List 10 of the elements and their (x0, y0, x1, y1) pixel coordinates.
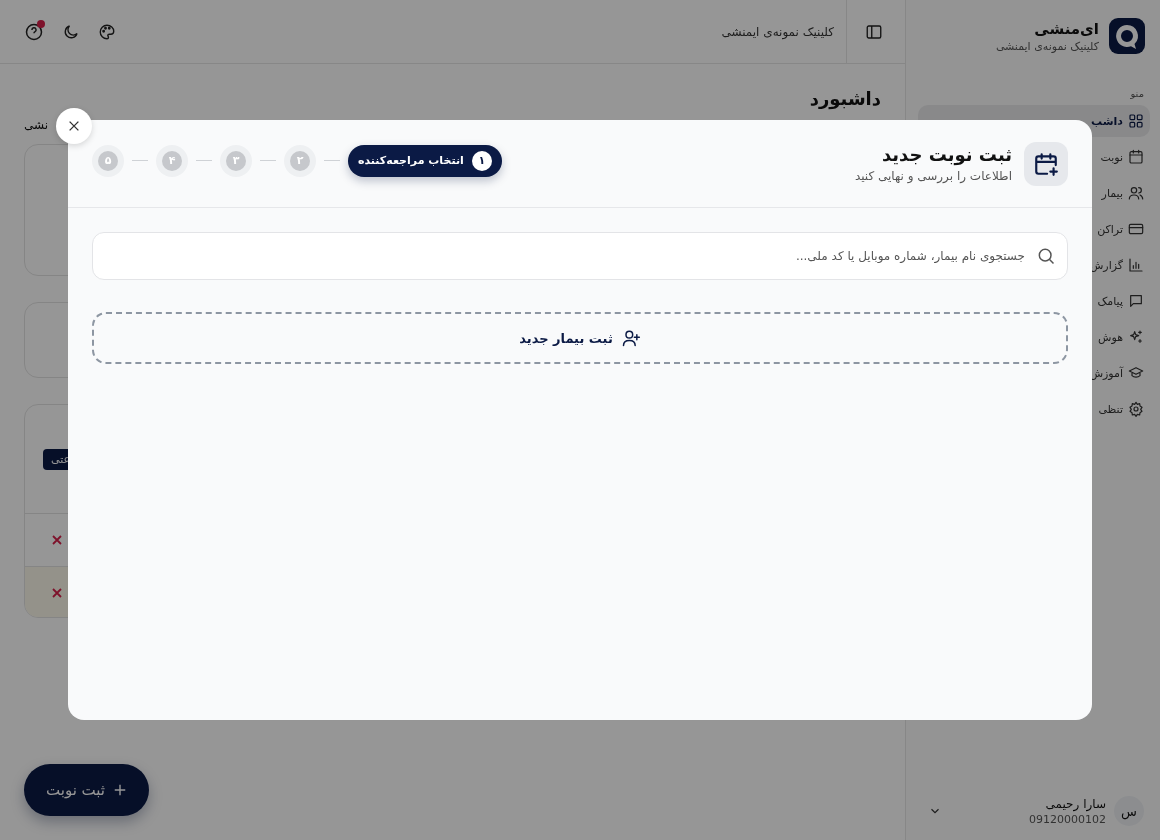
clinic-name: کلینیک نمونه‌ی ایمنشی (995, 39, 1099, 53)
dialog-subtitle: اطلاعات را بررسی و نهایی کنید (854, 169, 1012, 183)
page-title: داشبورد (809, 88, 881, 109)
user-name: سارا رحیمی (1044, 796, 1106, 811)
clinic-name: کلینیک نمونه‌ی ایمنشی (721, 0, 847, 63)
app-name: ای‌منشی (1033, 19, 1099, 38)
user-phone: 09120000102 (1028, 812, 1106, 826)
user-avatar: س (1114, 796, 1144, 826)
menu-label: منو (1129, 88, 1144, 99)
dialog-title: ثبت نوبت جدید (880, 144, 1012, 165)
